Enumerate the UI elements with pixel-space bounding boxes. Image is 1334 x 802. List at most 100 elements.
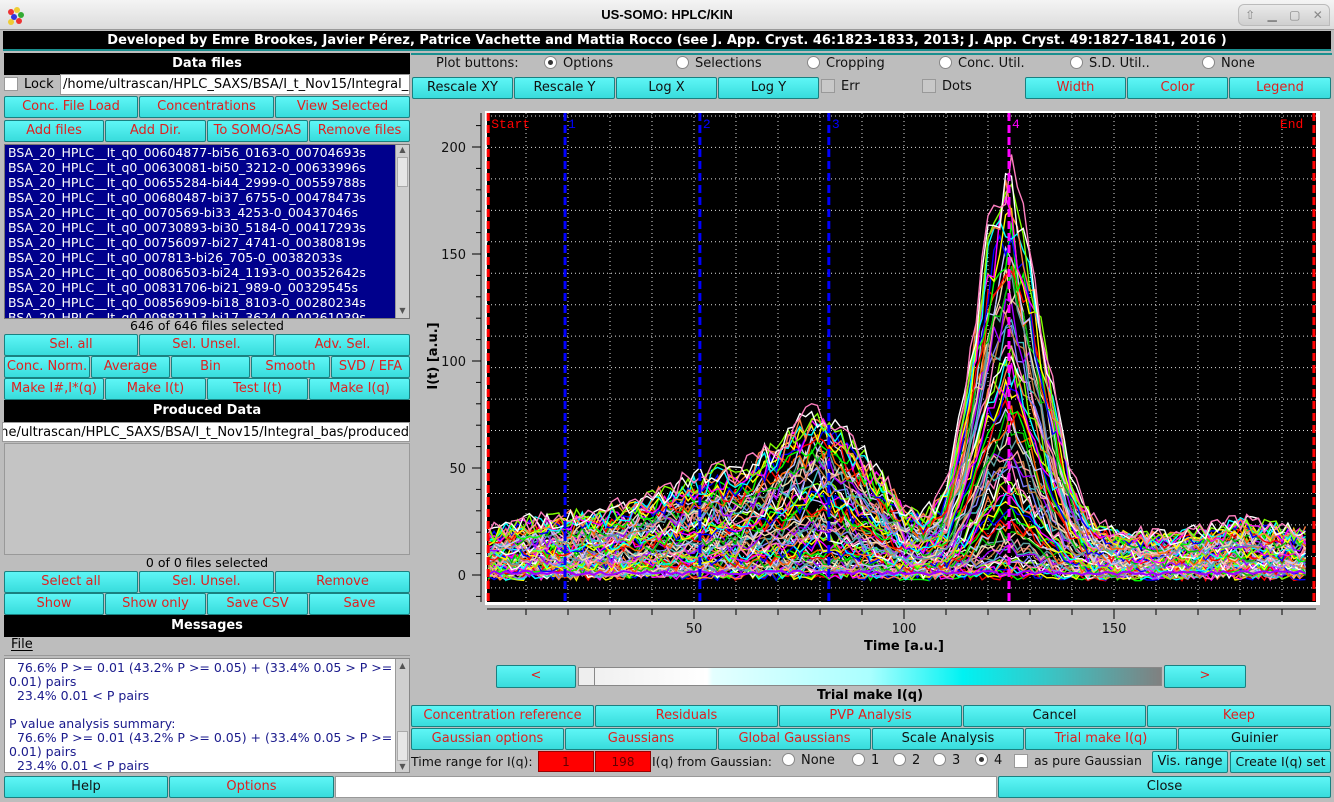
file-list-item[interactable]: BSA_20_HPLC__It_q0_00655284-bi44_2999-0_… (5, 175, 409, 190)
slider-prev-button[interactable]: < (496, 665, 576, 688)
trial-slider[interactable] (578, 667, 1162, 686)
file-list-item[interactable]: BSA_20_HPLC__It_q0_00756097-bi27_4741-0_… (5, 235, 409, 250)
file-list-item[interactable]: BSA_20_HPLC__It_q0_00630081-bi50_3212-0_… (5, 160, 409, 175)
gaussians-button[interactable]: Gaussians (565, 728, 717, 750)
pure-gaussian-checkbox-box[interactable] (1014, 754, 1028, 768)
width-button[interactable]: Width (1025, 77, 1126, 99)
svd-efa-button[interactable]: SVD / EFA (331, 356, 410, 378)
create-iq-set-button[interactable]: Create I(q) set (1230, 751, 1331, 773)
lock-checkbox[interactable]: Lock (4, 75, 58, 95)
err-checkbox[interactable]: Err (821, 79, 860, 94)
radio-selections[interactable]: Selections (676, 56, 762, 71)
file-list-item[interactable]: BSA_20_HPLC__It_q0_00730893-bi30_5184-0_… (5, 220, 409, 235)
radio-conc-util-indicator[interactable] (939, 56, 952, 69)
residuals-button[interactable]: Residuals (595, 705, 778, 727)
conc-file-load-button[interactable]: Conc. File Load (4, 96, 138, 118)
file-list-item[interactable]: BSA_20_HPLC__It_q0_00806503-bi24_1193-0_… (5, 265, 409, 280)
make-i-hash-button[interactable]: Make I#,I*(q) (4, 378, 104, 400)
show-only-button[interactable]: Show only (105, 593, 206, 615)
file-list-item[interactable]: BSA_20_HPLC__It_q0_00856909-bi18_8103-0_… (5, 295, 409, 310)
sel-unsel-button[interactable]: Sel. Unsel. (139, 334, 274, 356)
restore-up-icon[interactable]: ⇧ (1245, 8, 1255, 22)
legend-button[interactable]: Legend (1229, 77, 1331, 99)
gauss-radio-2-indicator[interactable] (893, 753, 906, 766)
gauss-radio-4[interactable]: 4 (975, 753, 1002, 768)
select-all-button[interactable]: Select all (4, 571, 138, 593)
minimize-icon[interactable]: ▁ (1268, 8, 1277, 22)
produced-files-list[interactable] (4, 443, 410, 555)
add-dir-button[interactable]: Add Dir. (105, 120, 206, 142)
average-button[interactable]: Average (91, 356, 170, 378)
radio-selections-indicator[interactable] (676, 56, 689, 69)
guinier-button[interactable]: Guinier (1178, 728, 1331, 750)
radio-sd-util-indicator[interactable] (1070, 56, 1083, 69)
file-list-item[interactable]: BSA_20_HPLC__It_q0_00831706-bi21_989-0_0… (5, 280, 409, 295)
file-list-item[interactable]: BSA_20_HPLC__It_q0_007813-bi26_705-0_003… (5, 250, 409, 265)
trial-slider-handle[interactable] (579, 668, 595, 685)
pvp-analysis-button[interactable]: PVP Analysis (779, 705, 962, 727)
radio-none[interactable]: None (1202, 56, 1255, 71)
time-range-end-input[interactable]: 198 (595, 751, 651, 772)
data-files-scrollbar[interactable]: ▲ ▼ (395, 145, 409, 318)
cancel-button[interactable]: Cancel (963, 705, 1146, 727)
msg-scroll-down-icon[interactable]: ▼ (396, 760, 409, 772)
options-button[interactable]: Options (169, 776, 334, 798)
view-selected-button[interactable]: View Selected (275, 96, 410, 118)
concentration-reference-button[interactable]: Concentration reference (411, 705, 594, 727)
status-field[interactable] (335, 776, 997, 798)
file-list-item[interactable]: BSA_20_HPLC__It_q0_00680487-bi37_6755-0_… (5, 190, 409, 205)
radio-conc-util[interactable]: Conc. Util. (939, 56, 1025, 71)
to-somo-sas-button[interactable]: To SOMO/SAS (207, 120, 308, 142)
radio-cropping-indicator[interactable] (807, 56, 820, 69)
show-button[interactable]: Show (4, 593, 104, 615)
smooth-button[interactable]: Smooth (251, 356, 330, 378)
make-it-button[interactable]: Make I(t) (105, 378, 206, 400)
lock-checkbox-box[interactable] (4, 77, 18, 91)
save-csv-button[interactable]: Save CSV (207, 593, 308, 615)
scroll-down-icon[interactable]: ▼ (396, 306, 409, 318)
scroll-thumb[interactable] (397, 157, 408, 187)
keep-button[interactable]: Keep (1147, 705, 1331, 727)
color-button[interactable]: Color (1127, 77, 1228, 99)
gaussian-options-button[interactable]: Gaussian options (411, 728, 564, 750)
gauss-radio-1[interactable]: 1 (852, 753, 879, 768)
help-button[interactable]: Help (4, 776, 168, 798)
global-gaussians-button[interactable]: Global Gaussians (718, 728, 871, 750)
data-directory-field[interactable]: /home/ultrascan/HPLC_SAXS/BSA/I_t_Nov15/… (60, 74, 410, 95)
make-iq-button[interactable]: Make I(q) (309, 378, 410, 400)
gauss-radio-1-indicator[interactable] (852, 753, 865, 766)
err-checkbox-box[interactable] (821, 79, 835, 93)
dots-checkbox-box[interactable] (922, 79, 936, 93)
close-button[interactable]: Close (998, 776, 1331, 798)
dots-checkbox[interactable]: Dots (922, 79, 972, 94)
file-list-item[interactable]: BSA_20_HPLC__It_q0_00604877-bi56_0163-0_… (5, 145, 409, 160)
file-menu[interactable]: File (11, 637, 33, 652)
time-range-start-input[interactable]: 1 (538, 751, 594, 772)
save-button[interactable]: Save (309, 593, 410, 615)
scroll-up-icon[interactable]: ▲ (396, 145, 409, 157)
maximize-icon[interactable]: ▢ (1289, 8, 1300, 22)
gauss-radio-none-indicator[interactable] (782, 753, 795, 766)
remove-files-button[interactable]: Remove files (309, 120, 410, 142)
scale-analysis-button[interactable]: Scale Analysis (872, 728, 1024, 750)
remove-button[interactable]: Remove (275, 571, 410, 593)
log-x-button[interactable]: Log X (616, 77, 717, 99)
log-y-button[interactable]: Log Y (718, 77, 819, 99)
gauss-radio-none[interactable]: None (782, 753, 835, 768)
gauss-radio-4-indicator[interactable] (975, 753, 988, 766)
close-icon[interactable]: ✕ (1313, 8, 1323, 22)
radio-none-indicator[interactable] (1202, 56, 1215, 69)
radio-cropping[interactable]: Cropping (807, 56, 885, 71)
vis-range-button[interactable]: Vis. range (1152, 751, 1228, 773)
produced-sel-unsel-button[interactable]: Sel. Unsel. (139, 571, 274, 593)
messages-text[interactable]: 76.6% P >= 0.01 (43.2% P >= 0.05) + (33.… (4, 658, 410, 773)
bin-button[interactable]: Bin (171, 356, 250, 378)
adv-sel-button[interactable]: Adv. Sel. (275, 334, 410, 356)
file-list-item[interactable]: BSA_20_HPLC__It_q0_0070569-bi33_4253-0_0… (5, 205, 409, 220)
intensity-time-plot[interactable]: Start 1 2 3 4 End 0 50 100 150 200 I(t) [a.u.] 50 100… (420, 108, 1332, 658)
radio-options-indicator[interactable] (544, 56, 557, 69)
produced-directory-field[interactable]: /home/ultrascan/HPLC_SAXS/BSA/I_t_Nov15/… (2, 422, 410, 442)
test-it-button[interactable]: Test I(t) (207, 378, 308, 400)
radio-sd-util[interactable]: S.D. Util.. (1070, 56, 1150, 71)
trial-make-iq-button[interactable]: Trial make I(q) (1025, 728, 1177, 750)
